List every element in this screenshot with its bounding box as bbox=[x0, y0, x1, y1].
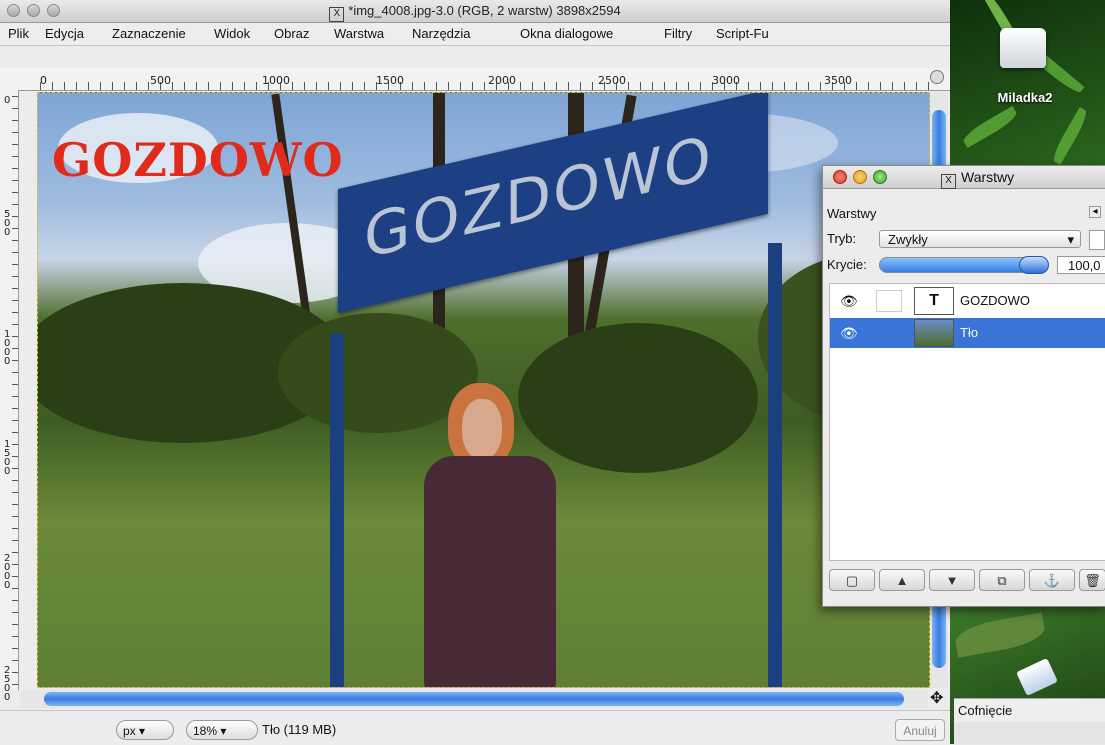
sign-pole-left bbox=[330, 333, 344, 687]
menu-edycja[interactable]: Edycja bbox=[45, 26, 84, 41]
title-bar[interactable]: X *img_4008.jpg-3.0 (RGB, 2 warstw) 3898x… bbox=[0, 0, 950, 23]
menu-script-fu[interactable]: Script-Fu bbox=[716, 26, 769, 41]
sign-pole-right bbox=[768, 243, 782, 687]
layers-dialog: X Warstwy Warstwy ◂ Tryb: Zwykły ▾ Krycie:… bbox=[822, 165, 1105, 607]
x11-icon: X bbox=[329, 7, 345, 22]
ruler-tick-marks bbox=[40, 82, 930, 90]
menu-plik[interactable]: Plik bbox=[8, 26, 29, 41]
duplicate-layer-button[interactable]: ⧉ bbox=[979, 569, 1025, 591]
drive-icon[interactable] bbox=[1000, 28, 1046, 68]
layers-title-bar[interactable]: X Warstwy bbox=[823, 166, 1105, 189]
menu-obraz[interactable]: Obraz bbox=[274, 26, 309, 41]
menu-warstwa[interactable]: Warstwa bbox=[334, 26, 384, 41]
eye-icon[interactable]: 👁 bbox=[840, 293, 858, 310]
layer-row[interactable]: 👁 T GOZDOWO bbox=[830, 286, 1105, 316]
mode-label: Tryb: bbox=[827, 231, 857, 246]
ruler-label: 500 bbox=[150, 74, 171, 87]
menu-zaznaczenie[interactable]: Zaznaczenie bbox=[112, 26, 186, 41]
station-sign: GOZDOWO bbox=[338, 93, 768, 313]
mode-value: Zwykły bbox=[888, 232, 928, 247]
zoom-dialog-button[interactable] bbox=[873, 170, 887, 184]
tab-menu-icon[interactable]: ◂ bbox=[1089, 206, 1101, 218]
mode-select[interactable]: Zwykły ▾ bbox=[879, 230, 1081, 248]
ruler-label: 1500 bbox=[376, 74, 404, 87]
window-title-text: *img_4008.jpg-3.0 (RGB, 2 warstw) 3898x2… bbox=[348, 3, 621, 18]
dialog-title: X Warstwy bbox=[941, 169, 1014, 189]
anchor-layer-button[interactable]: ⚓ bbox=[1029, 569, 1075, 591]
unit-value: px bbox=[123, 724, 136, 738]
layer-name: Tło bbox=[960, 325, 979, 340]
drive-label[interactable]: Miladka2 bbox=[980, 90, 1070, 105]
menu-bar: Plik Edycja Zaznaczenie Widok Obraz Wars… bbox=[0, 23, 950, 46]
ruler-tick-marks bbox=[12, 96, 18, 686]
menu-filtry[interactable]: Filtry bbox=[664, 26, 692, 41]
image-thumbnail-icon bbox=[914, 319, 954, 347]
ruler-label: 0 bbox=[40, 74, 47, 87]
ruler-label: 500 bbox=[4, 209, 11, 238]
x11-icon: X bbox=[941, 174, 956, 189]
quickmask-toggle[interactable] bbox=[0, 68, 18, 85]
section-label: Warstwy bbox=[827, 206, 877, 221]
opacity-label: Krycie: bbox=[827, 257, 867, 272]
ruler-label: 2500 bbox=[4, 665, 11, 703]
chevron-down-icon: ▾ bbox=[1067, 232, 1074, 247]
ruler-label: 1000 bbox=[262, 74, 290, 87]
navigate-icon[interactable]: ✥ bbox=[930, 688, 943, 708]
minimize-dialog-button[interactable] bbox=[853, 170, 867, 184]
dialog-title-text: Warstwy bbox=[961, 169, 1015, 185]
lock-alpha-checkbox[interactable] bbox=[1089, 230, 1105, 250]
delete-layer-button[interactable]: 🗑 bbox=[1079, 569, 1105, 591]
ruler-label: 1500 bbox=[4, 439, 11, 477]
status-info: Tło (119 MB) bbox=[262, 722, 337, 737]
ruler-label: 1000 bbox=[4, 329, 11, 367]
text-layer-gozdowo[interactable]: GOZDOWO bbox=[52, 133, 344, 187]
opacity-slider-handle[interactable] bbox=[1019, 256, 1049, 274]
undo-history-title: Cofnięcie bbox=[954, 698, 1105, 722]
layer-buttons: ▢ ▲ ▼ ⧉ ⚓ 🗑 bbox=[829, 569, 1105, 595]
person-body bbox=[424, 456, 556, 687]
ruler-label: 3000 bbox=[712, 74, 740, 87]
ruler-label: 2000 bbox=[4, 553, 11, 591]
image-canvas[interactable]: GOZDOWO GOZDOWO bbox=[37, 92, 930, 688]
ruler-label: 3500 bbox=[824, 74, 852, 87]
close-dialog-button[interactable] bbox=[833, 170, 847, 184]
menu-okna-dialogowe[interactable]: Okna dialogowe bbox=[520, 26, 613, 41]
lower-layer-button[interactable]: ▼ bbox=[929, 569, 975, 591]
person-face bbox=[462, 399, 502, 459]
new-layer-button[interactable]: ▢ bbox=[829, 569, 875, 591]
layer-row-selected[interactable]: 👁 Tło bbox=[830, 318, 1105, 348]
opacity-input[interactable]: 100,0 bbox=[1057, 256, 1105, 274]
undo-panel bbox=[954, 722, 1105, 744]
menu-widok[interactable]: Widok bbox=[214, 26, 250, 41]
unit-select[interactable]: px ▾ bbox=[116, 720, 174, 740]
eye-icon[interactable]: 👁 bbox=[840, 325, 858, 342]
ruler-label: 2500 bbox=[598, 74, 626, 87]
layer-name: GOZDOWO bbox=[960, 293, 1031, 308]
navigation-icon[interactable] bbox=[930, 70, 944, 84]
ruler-label: 2000 bbox=[488, 74, 516, 87]
ruler-label: 0 bbox=[4, 95, 11, 106]
window-title: X *img_4008.jpg-3.0 (RGB, 2 warstw) 3898x… bbox=[0, 3, 950, 22]
link-toggle[interactable] bbox=[876, 290, 902, 312]
menu-narzedzia[interactable]: Narzędzia bbox=[412, 26, 471, 41]
cancel-button[interactable]: Anuluj bbox=[895, 719, 945, 741]
zoom-value: 18% bbox=[193, 724, 218, 738]
sign-text: GOZDOWO bbox=[364, 122, 713, 273]
raise-layer-button[interactable]: ▲ bbox=[879, 569, 925, 591]
horizontal-scroll-thumb[interactable] bbox=[44, 692, 904, 706]
text-layer-icon: T bbox=[914, 287, 954, 315]
zoom-select[interactable]: 18% ▾ bbox=[186, 720, 258, 740]
image-window: X *img_4008.jpg-3.0 (RGB, 2 warstw) 3898x… bbox=[0, 0, 950, 745]
layer-list: 👁 T GOZDOWO 👁 Tło bbox=[829, 283, 1105, 561]
